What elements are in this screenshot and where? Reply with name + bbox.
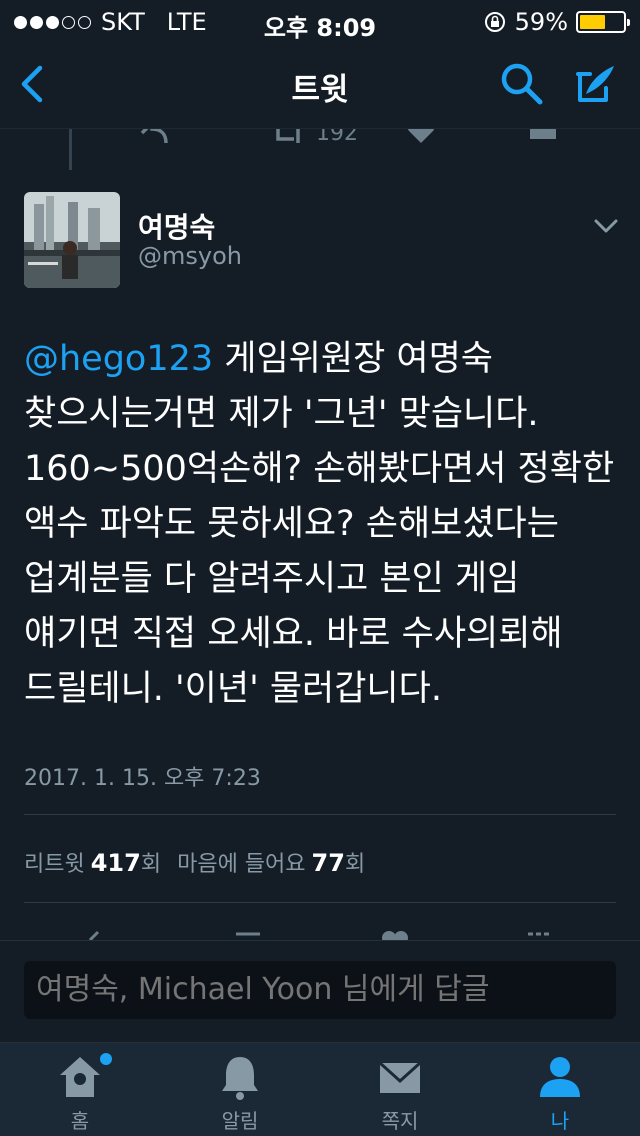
heart-icon[interactable] (380, 928, 410, 940)
retweet-count: 192 (316, 128, 358, 146)
chevron-down-icon[interactable] (592, 214, 620, 238)
battery-level (580, 15, 605, 29)
retweet-stat[interactable]: 리트윗 417 회 (24, 846, 161, 878)
status-right: 59% (483, 8, 630, 36)
retweet-label: 리트윗 (24, 852, 85, 877)
navigation-bar: 트윗 (0, 40, 640, 128)
reply-icon[interactable] (138, 128, 170, 147)
retweet-count-value: 417 (90, 849, 141, 877)
tab-notifications[interactable]: 알림 (160, 1043, 320, 1136)
battery-icon (576, 11, 630, 33)
message-icon[interactable] (528, 128, 558, 145)
author-handle[interactable]: @msyoh (138, 242, 242, 270)
rotation-lock-icon (484, 12, 505, 32)
notification-badge (100, 1053, 112, 1065)
reply-icon[interactable] (86, 930, 116, 940)
tab-label: 나 (550, 1109, 570, 1133)
tab-messages[interactable]: 쪽지 (320, 1043, 480, 1136)
tweet-body: 게임위원장 여명숙 찾으시는거면 제가 '그년' 맞습니다. 160~500억손… (24, 339, 615, 709)
search-icon[interactable] (498, 60, 546, 108)
avatar-photo (24, 192, 120, 288)
retweet-unit: 회 (140, 852, 162, 877)
tab-label: 알림 (221, 1109, 259, 1133)
like-unit: 회 (344, 852, 366, 877)
retweet-icon[interactable] (232, 930, 266, 940)
envelope-icon (378, 1061, 422, 1093)
tweet-actions (0, 928, 640, 940)
tab-label: 홈 (70, 1109, 90, 1133)
like-stat[interactable]: 마음에 들어요 77 회 (177, 846, 365, 878)
tab-label: 쪽지 (381, 1109, 419, 1133)
avatar[interactable] (24, 192, 120, 288)
reply-input[interactable] (24, 961, 616, 1019)
like-label: 마음에 들어요 (177, 852, 306, 877)
divider (24, 902, 616, 903)
tweet-text: @hego123 게임위원장 여명숙 찾으시는거면 제가 '그년' 맞습니다. … (24, 332, 624, 717)
tab-home[interactable]: 홈 (0, 1043, 160, 1136)
person-icon (540, 1057, 580, 1097)
message-icon[interactable] (524, 930, 558, 940)
tab-me[interactable]: 나 (480, 1043, 640, 1136)
tweet-stats: 리트윗 417 회 마음에 들어요 77 회 (24, 846, 365, 878)
like-count-value: 77 (311, 849, 345, 877)
heart-icon[interactable] (406, 128, 436, 145)
mention-link[interactable]: @hego123 (24, 339, 213, 379)
previous-tweet-actions: 192 (0, 128, 640, 150)
retweet-icon[interactable] (270, 128, 306, 147)
status-bar: SKT LTE 오후 8:09 59% (0, 0, 640, 42)
compose-tweet-icon[interactable] (572, 60, 620, 108)
bell-icon (222, 1057, 258, 1100)
home-icon (60, 1057, 100, 1097)
battery-percent: 59% (514, 8, 568, 36)
reply-bar (0, 940, 640, 1042)
divider (24, 814, 616, 815)
author-name[interactable]: 여명숙 (138, 206, 215, 246)
tab-bar: 홈 알림 쪽지 나 (0, 1042, 640, 1136)
tweet-timestamp: 2017. 1. 15. 오후 7:23 (24, 766, 261, 791)
